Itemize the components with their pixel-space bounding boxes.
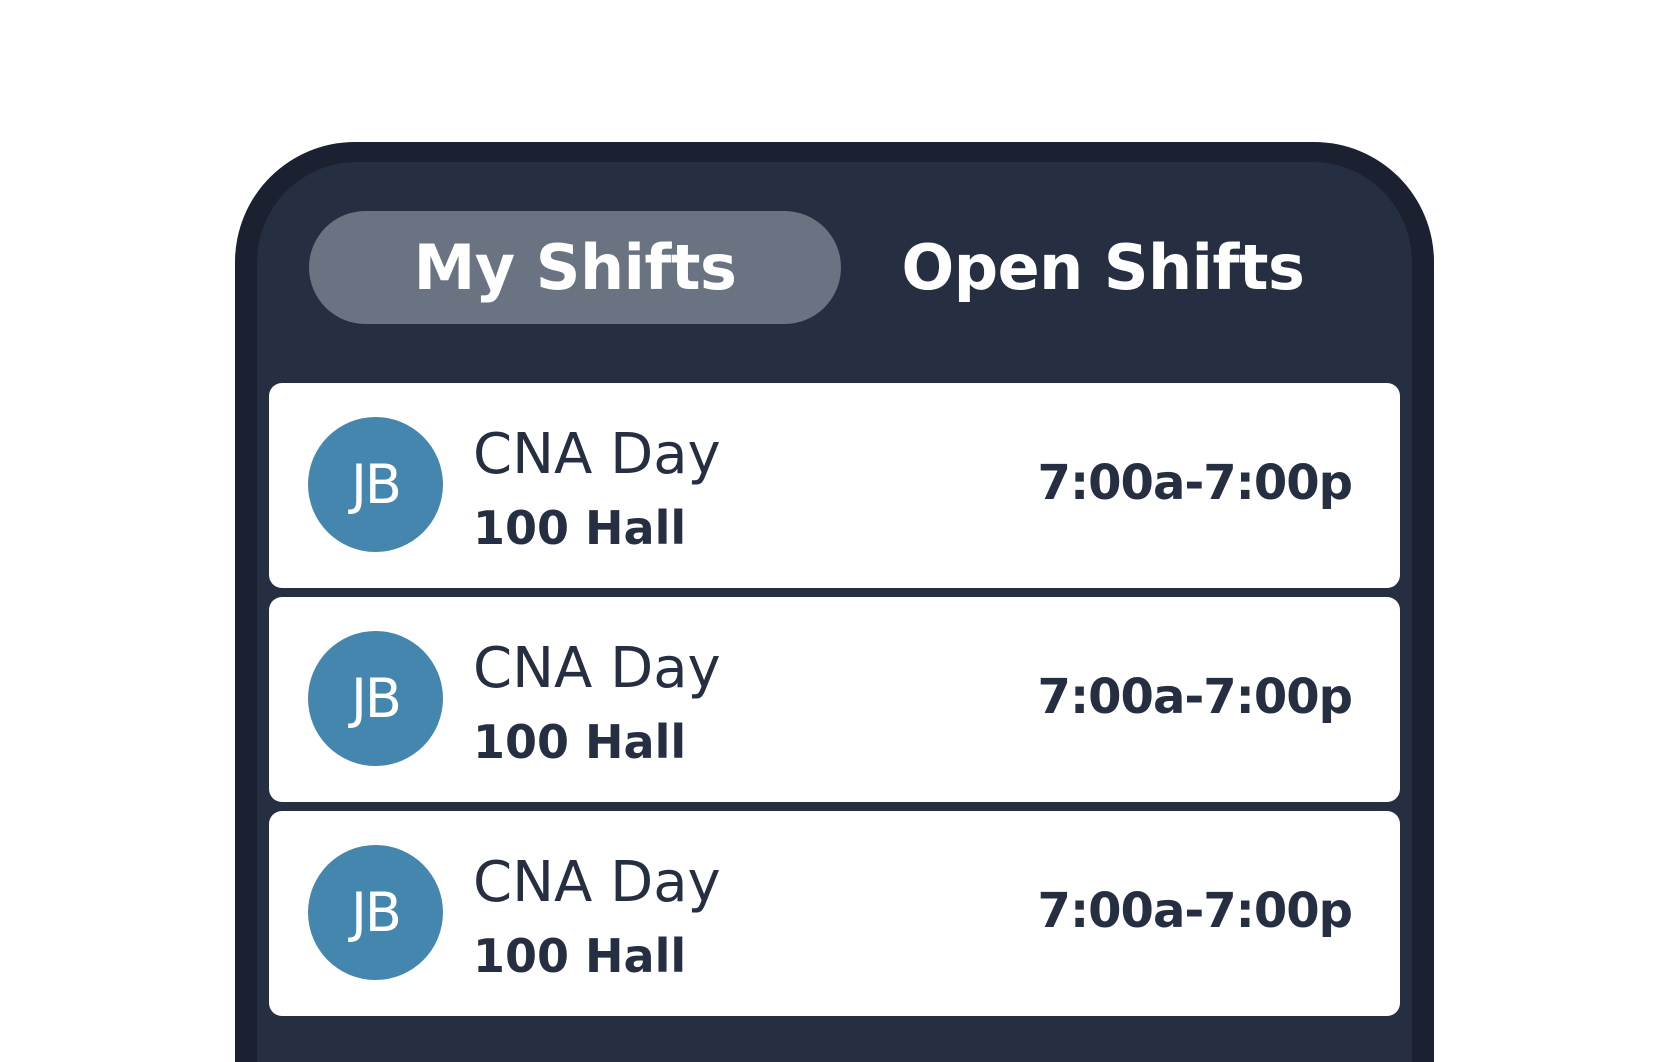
- shift-time: 7:00a-7:00p: [1037, 669, 1353, 725]
- phone-frame: My Shifts Open Shifts JB CNA Day 100 Hal…: [235, 142, 1434, 1062]
- shift-card[interactable]: JB CNA Day 100 Hall 7:00a-7:00p: [269, 811, 1400, 1016]
- shift-card[interactable]: JB CNA Day 100 Hall 7:00a-7:00p: [269, 597, 1400, 802]
- shift-list: JB CNA Day 100 Hall 7:00a-7:00p JB CNA D…: [269, 383, 1400, 1025]
- tab-bar: My Shifts Open Shifts: [309, 211, 1369, 324]
- shift-title: CNA Day: [473, 636, 721, 701]
- phone-screen: My Shifts Open Shifts JB CNA Day 100 Hal…: [257, 162, 1412, 1062]
- shift-location: 100 Hall: [473, 501, 687, 555]
- shift-card[interactable]: JB CNA Day 100 Hall 7:00a-7:00p: [269, 383, 1400, 588]
- avatar: JB: [308, 631, 443, 766]
- avatar: JB: [308, 845, 443, 980]
- shift-title: CNA Day: [473, 850, 721, 915]
- tab-open-shifts[interactable]: Open Shifts: [837, 211, 1369, 324]
- shift-location: 100 Hall: [473, 929, 687, 983]
- avatar: JB: [308, 417, 443, 552]
- shift-time: 7:00a-7:00p: [1037, 883, 1353, 939]
- shift-title: CNA Day: [473, 422, 721, 487]
- shift-time: 7:00a-7:00p: [1037, 455, 1353, 511]
- shift-location: 100 Hall: [473, 715, 687, 769]
- tab-my-shifts[interactable]: My Shifts: [309, 211, 841, 324]
